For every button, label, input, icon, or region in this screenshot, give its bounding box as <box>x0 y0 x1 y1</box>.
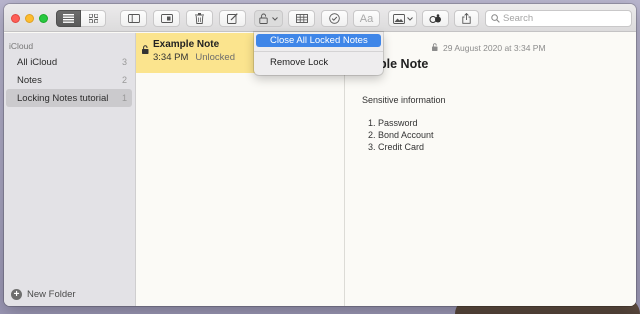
share-icon <box>462 13 471 24</box>
sidebar-item-all-icloud[interactable]: All iCloud 3 <box>6 53 132 71</box>
search-input[interactable] <box>503 13 623 24</box>
sidebar-item-label: All iCloud <box>17 56 58 68</box>
lock-menu-button[interactable] <box>254 10 283 27</box>
menu-separator <box>254 51 383 52</box>
gallery-view-icon <box>88 14 98 23</box>
compose-button[interactable] <box>219 10 246 27</box>
sidebar-item-notes[interactable]: Notes 2 <box>6 71 132 89</box>
sidebar-group-label: iCloud <box>9 41 34 51</box>
close-window-button[interactable] <box>11 14 20 23</box>
media-button[interactable] <box>388 10 417 27</box>
plus-circle-icon: + <box>11 289 22 300</box>
checklist-button[interactable] <box>321 10 348 27</box>
unlocked-lock-icon <box>142 41 150 59</box>
list-item: 2. Bond Account <box>368 130 434 140</box>
note-lock-status: Unlocked <box>195 52 235 63</box>
sidebar-item-count: 2 <box>121 75 127 85</box>
new-folder-label: New Folder <box>27 289 76 300</box>
list-view-icon <box>63 14 74 23</box>
checklist-icon <box>329 13 340 24</box>
sidebar-item-locking-notes-tutorial[interactable]: Locking Notes tutorial 1 <box>6 89 132 107</box>
attachments-button[interactable] <box>153 10 180 27</box>
table-button[interactable] <box>288 10 315 27</box>
share-button[interactable] <box>454 10 479 27</box>
collaborate-icon <box>429 13 442 24</box>
toggle-sidebar-button[interactable] <box>120 10 147 27</box>
note-title: Example Note <box>153 39 220 50</box>
lock-icon <box>259 13 270 24</box>
sidebar-item-label: Notes <box>17 74 42 86</box>
note-body-text: Sensitive information <box>362 95 446 105</box>
sidebar-item-count: 3 <box>121 57 127 67</box>
compose-icon <box>227 13 238 24</box>
menu-item-remove-lock[interactable]: Remove Lock <box>256 56 381 69</box>
note-date-text: 29 August 2020 at 3:34 PM <box>443 43 546 53</box>
search-icon <box>491 10 500 28</box>
chevron-down-icon <box>406 16 413 21</box>
maximize-window-button[interactable] <box>39 14 48 23</box>
minimize-window-button[interactable] <box>25 14 34 23</box>
notes-window: Aa iCloud <box>4 4 636 306</box>
menu-item-close-all-locked-notes[interactable]: Close All Locked Notes <box>256 34 381 47</box>
gallery-view-button[interactable] <box>81 10 106 27</box>
list-item: 3. Credit Card <box>368 142 425 152</box>
sidebar: iCloud All iCloud 3 Notes 2 Locking Note… <box>4 33 136 306</box>
sidebar-item-label: Locking Notes tutorial <box>17 92 109 104</box>
media-icon <box>392 13 405 24</box>
sidebar-item-count: 1 <box>121 93 127 103</box>
attachments-icon <box>160 14 173 23</box>
note-editor[interactable]: 29 August 2020 at 3:34 PM xample Note Se… <box>346 33 636 306</box>
toolbar: Aa <box>4 4 636 32</box>
note-numbered-list: 1. Password 2. Bond Account 3. Credit Card <box>368 117 434 153</box>
table-icon <box>295 14 308 23</box>
collaborate-button[interactable] <box>422 10 449 27</box>
unlocked-lock-icon <box>432 43 439 53</box>
new-folder-button[interactable]: + New Folder <box>11 289 76 300</box>
list-item: 1. Password <box>368 118 418 128</box>
delete-button[interactable] <box>186 10 213 27</box>
note-meta: 3:34 PM Unlocked <box>153 52 235 63</box>
chevron-down-icon <box>272 16 278 21</box>
format-button[interactable]: Aa <box>353 10 380 27</box>
note-date: 29 August 2020 at 3:34 PM <box>432 43 546 53</box>
lock-dropdown-menu: Close All Locked Notes Remove Lock <box>254 32 383 75</box>
sidebar-icon <box>127 14 140 23</box>
search-field[interactable] <box>485 10 632 27</box>
format-label: Aa <box>359 12 374 25</box>
note-time: 3:34 PM <box>153 52 189 63</box>
list-view-button[interactable] <box>56 10 81 27</box>
trash-icon <box>195 13 204 24</box>
